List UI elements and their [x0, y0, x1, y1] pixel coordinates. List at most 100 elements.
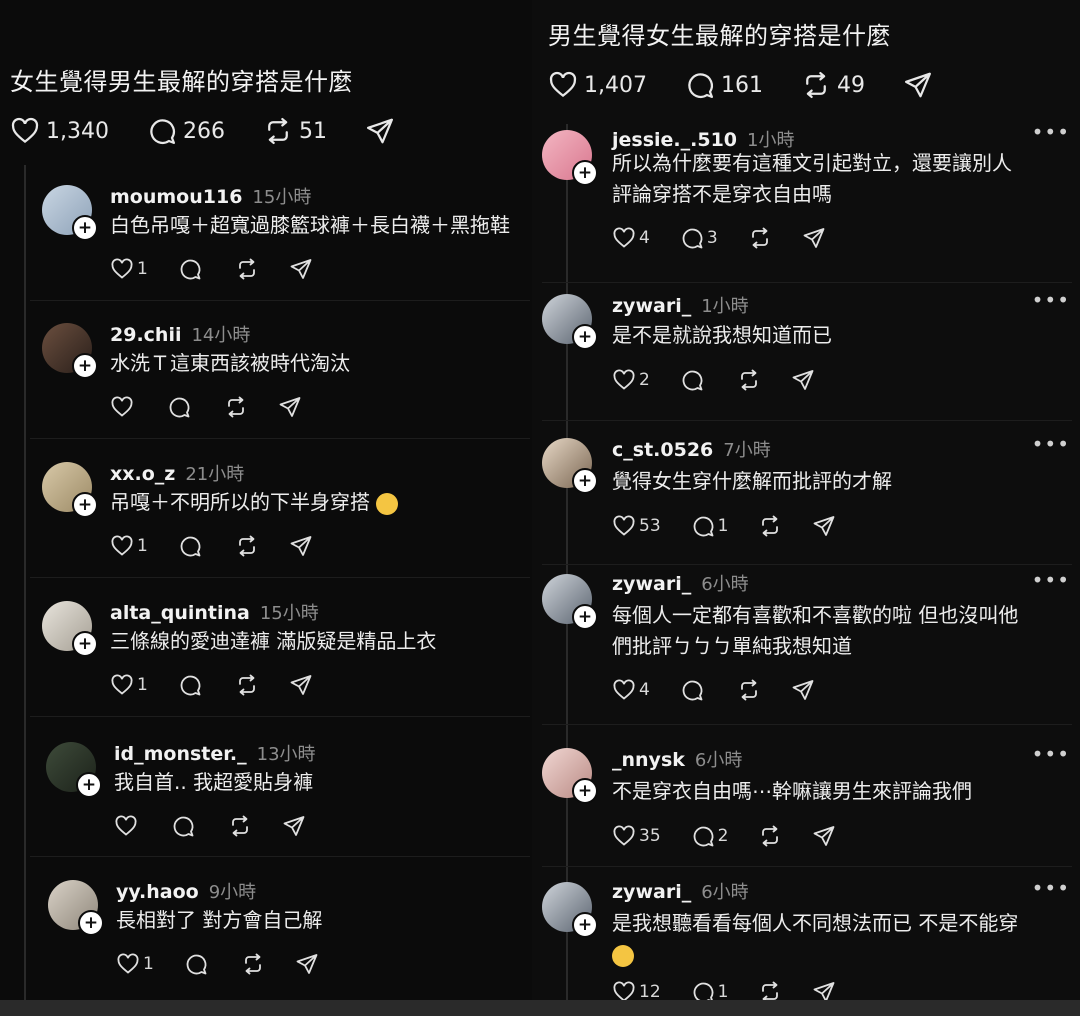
- more-icon[interactable]: •••: [1032, 124, 1070, 144]
- share-button[interactable]: [802, 226, 826, 250]
- replies-scroll-area[interactable]: + jessie._.510 1小時 ••• 所以為什麼要有這種文引起對立，還要…: [532, 124, 1080, 1000]
- comment-button[interactable]: [680, 678, 707, 702]
- plus-badge-icon[interactable]: +: [572, 324, 598, 350]
- like-count: 1,340: [46, 118, 109, 144]
- avatar[interactable]: +: [542, 130, 598, 186]
- repost-button[interactable]: [748, 226, 772, 250]
- comment-button[interactable]: [171, 814, 198, 838]
- repost-button[interactable]: [737, 368, 761, 392]
- repost-button[interactable]: [228, 814, 252, 838]
- avatar[interactable]: +: [542, 882, 598, 938]
- like-button[interactable]: 4: [612, 226, 650, 250]
- username[interactable]: zywari_: [612, 881, 691, 903]
- share-button[interactable]: [289, 673, 313, 697]
- avatar[interactable]: +: [542, 438, 598, 494]
- like-button[interactable]: [114, 814, 141, 838]
- plus-badge-icon[interactable]: +: [572, 778, 598, 804]
- plus-badge-icon[interactable]: +: [72, 353, 98, 379]
- like-button[interactable]: 12: [612, 980, 661, 1000]
- plus-badge-icon[interactable]: +: [572, 160, 598, 186]
- repost-button[interactable]: [758, 824, 782, 848]
- comment-button[interactable]: [178, 257, 205, 281]
- plus-badge-icon[interactable]: +: [572, 604, 598, 630]
- share-button[interactable]: [289, 534, 313, 558]
- repost-button[interactable]: [758, 514, 782, 538]
- repost-button[interactable]: [235, 534, 259, 558]
- like-button[interactable]: [110, 395, 137, 419]
- plus-badge-icon[interactable]: +: [572, 468, 598, 494]
- like-button[interactable]: 1,340: [10, 116, 109, 146]
- comment-button[interactable]: 2: [691, 824, 728, 848]
- share-button[interactable]: [791, 368, 815, 392]
- username[interactable]: zywari_: [612, 295, 691, 317]
- share-button[interactable]: [812, 514, 836, 538]
- avatar[interactable]: +: [42, 185, 98, 241]
- username[interactable]: 29.chii: [110, 324, 181, 346]
- like-button[interactable]: 1: [110, 534, 148, 558]
- plus-badge-icon[interactable]: +: [72, 492, 98, 518]
- username[interactable]: c_st.0526: [612, 439, 713, 461]
- username[interactable]: xx.o_z: [110, 463, 175, 485]
- avatar[interactable]: +: [542, 294, 598, 350]
- more-icon[interactable]: •••: [1032, 742, 1070, 766]
- repost-button[interactable]: [241, 952, 265, 976]
- username[interactable]: _nnysk: [612, 749, 685, 771]
- comment-button[interactable]: [680, 368, 707, 392]
- comment-button[interactable]: [167, 395, 194, 419]
- comment-button[interactable]: 3: [680, 226, 718, 250]
- like-button[interactable]: 53: [612, 514, 661, 538]
- comment-icon: [682, 228, 703, 249]
- comment-button[interactable]: [184, 952, 211, 976]
- share-button[interactable]: [812, 824, 836, 848]
- share-button[interactable]: [365, 116, 395, 146]
- comment-button[interactable]: [178, 534, 205, 558]
- plus-badge-icon[interactable]: +: [572, 912, 598, 938]
- avatar[interactable]: +: [42, 462, 98, 518]
- avatar[interactable]: +: [46, 742, 102, 798]
- username[interactable]: moumou116: [110, 186, 242, 208]
- avatar[interactable]: +: [542, 574, 598, 630]
- avatar[interactable]: +: [48, 880, 104, 936]
- like-button[interactable]: 35: [612, 824, 661, 848]
- repost-button[interactable]: [224, 395, 248, 419]
- share-button[interactable]: [295, 952, 319, 976]
- comment-button[interactable]: 1: [691, 514, 728, 538]
- like-button[interactable]: 4: [612, 678, 650, 702]
- more-icon[interactable]: •••: [1032, 432, 1070, 456]
- comment-button[interactable]: 161: [685, 70, 763, 100]
- avatar[interactable]: +: [542, 748, 598, 804]
- share-button[interactable]: [791, 678, 815, 702]
- repost-button[interactable]: [758, 980, 782, 1000]
- comment-button[interactable]: 1: [691, 980, 728, 1000]
- repost-button[interactable]: 49: [801, 70, 865, 100]
- like-button[interactable]: 1: [110, 257, 148, 281]
- username[interactable]: zywari_: [612, 573, 691, 595]
- comment-button[interactable]: 266: [147, 116, 225, 146]
- username[interactable]: yy.haoo: [116, 881, 199, 903]
- more-icon[interactable]: •••: [1032, 568, 1070, 592]
- avatar[interactable]: +: [42, 323, 98, 379]
- more-icon[interactable]: •••: [1032, 288, 1070, 312]
- like-button[interactable]: 2: [612, 368, 650, 392]
- repost-button[interactable]: [737, 678, 761, 702]
- like-button[interactable]: 1: [110, 673, 148, 697]
- plus-badge-icon[interactable]: +: [72, 215, 98, 241]
- like-button[interactable]: 1: [116, 952, 154, 976]
- repost-button[interactable]: 51: [263, 116, 327, 146]
- comment-button[interactable]: [178, 673, 205, 697]
- repost-button[interactable]: [235, 673, 259, 697]
- share-button[interactable]: [903, 70, 933, 100]
- plus-badge-icon[interactable]: +: [72, 631, 98, 657]
- share-button[interactable]: [278, 395, 302, 419]
- plus-badge-icon[interactable]: +: [78, 910, 104, 936]
- plus-badge-icon[interactable]: +: [76, 772, 102, 798]
- share-button[interactable]: [289, 257, 313, 281]
- repost-button[interactable]: [235, 257, 259, 281]
- share-button[interactable]: [282, 814, 306, 838]
- more-icon[interactable]: •••: [1032, 876, 1070, 900]
- username[interactable]: alta_quintina: [110, 602, 250, 624]
- like-button[interactable]: 1,407: [548, 70, 647, 100]
- avatar[interactable]: +: [42, 601, 98, 657]
- share-button[interactable]: [812, 980, 836, 1000]
- username[interactable]: id_monster._: [114, 743, 247, 765]
